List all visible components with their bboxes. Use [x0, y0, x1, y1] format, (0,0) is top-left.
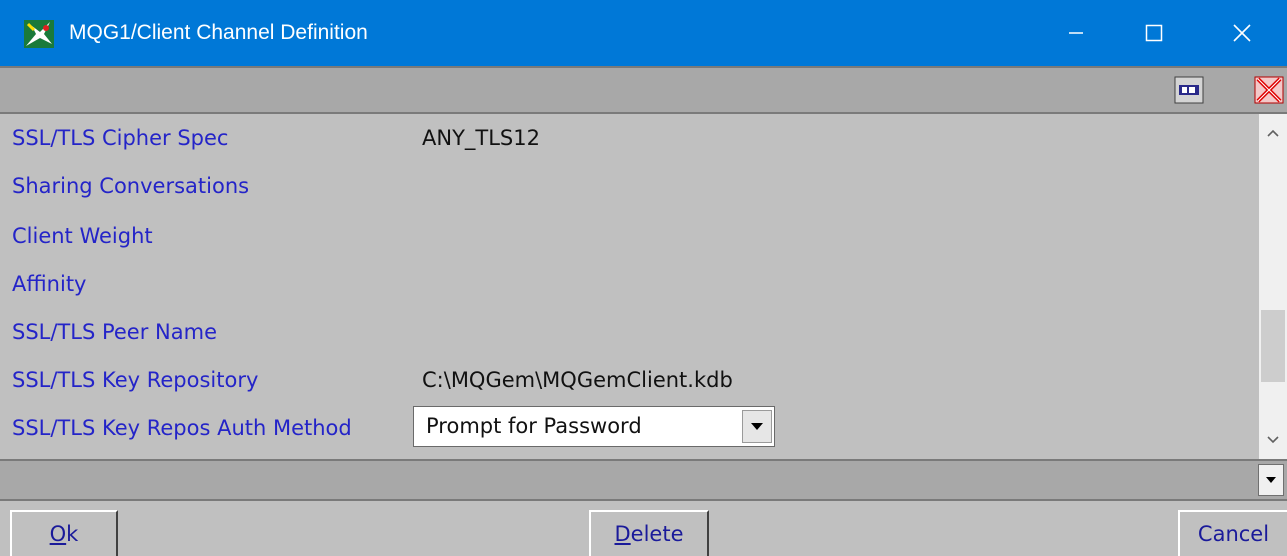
red-x-icon[interactable] [1254, 76, 1284, 104]
ok-mnemonic: O [49, 522, 67, 546]
minimize-button[interactable] [1034, 0, 1118, 66]
field-label: SSL/TLS Key Repos Auth Method [12, 416, 352, 440]
chevron-down-icon [751, 422, 763, 430]
ok-button[interactable]: Ok [10, 510, 118, 556]
queue-manager-combo[interactable] [0, 459, 1287, 501]
delete-button[interactable]: Delete [589, 510, 709, 556]
field-value[interactable]: C:\MQGem\MQGemClient.kdb [422, 356, 733, 404]
field-label: SSL/TLS Peer Name [12, 320, 217, 344]
app-icon [24, 20, 54, 48]
auth-method-selected: Prompt for Password [426, 414, 642, 438]
chevron-down-icon [1266, 476, 1276, 483]
ok-label: k [66, 522, 79, 546]
field-value[interactable]: ANY_TLS12 [422, 114, 540, 162]
cancel-label: Cancel [1197, 522, 1270, 546]
field-label: Affinity [12, 272, 87, 296]
delete-label: elete [630, 522, 684, 546]
form-content: SSL/TLS Cipher Spec ANY_TLS12 Sharing Co… [0, 114, 1259, 459]
toolbar [0, 66, 1287, 114]
close-icon [1233, 24, 1251, 42]
field-row-peer-name: SSL/TLS Peer Name [0, 308, 1259, 356]
maximize-icon [1145, 24, 1163, 42]
field-label: Client Weight [12, 224, 153, 248]
scrollbar-thumb[interactable] [1261, 310, 1285, 382]
field-row-key-repository: SSL/TLS Key Repository C:\MQGem\MQGemCli… [0, 356, 1259, 404]
field-label: SSL/TLS Key Repository [12, 368, 259, 392]
field-label: SSL/TLS Cipher Spec [12, 126, 229, 150]
vertical-scrollbar[interactable] [1259, 114, 1287, 459]
minimize-icon [1069, 32, 1083, 34]
close-button[interactable] [1200, 0, 1284, 66]
delete-mnemonic: D [614, 522, 631, 546]
scroll-down-button[interactable] [1259, 425, 1287, 455]
field-row-sharing-conversations: Sharing Conversations [0, 162, 1259, 210]
ok-icon[interactable] [1174, 76, 1204, 104]
dropdown-button[interactable] [742, 410, 772, 443]
combo-dropdown-button[interactable] [1258, 464, 1284, 496]
window-title: MQG1/Client Channel Definition [69, 21, 368, 44]
field-label: Sharing Conversations [12, 174, 250, 198]
chevron-up-icon [1267, 129, 1279, 137]
field-row-affinity: Affinity [0, 260, 1259, 308]
field-row-cipher-spec: SSL/TLS Cipher Spec ANY_TLS12 [0, 114, 1259, 162]
chevron-down-icon [1267, 436, 1279, 444]
scroll-up-button[interactable] [1259, 118, 1287, 148]
cancel-button[interactable]: Cancel [1178, 510, 1287, 556]
title-bar: MQG1/Client Channel Definition [0, 0, 1287, 66]
button-bar: Ok Delete Cancel [0, 501, 1287, 556]
auth-method-select[interactable]: Prompt for Password [413, 406, 775, 447]
maximize-button[interactable] [1112, 0, 1196, 66]
field-row-client-weight: Client Weight [0, 212, 1259, 260]
